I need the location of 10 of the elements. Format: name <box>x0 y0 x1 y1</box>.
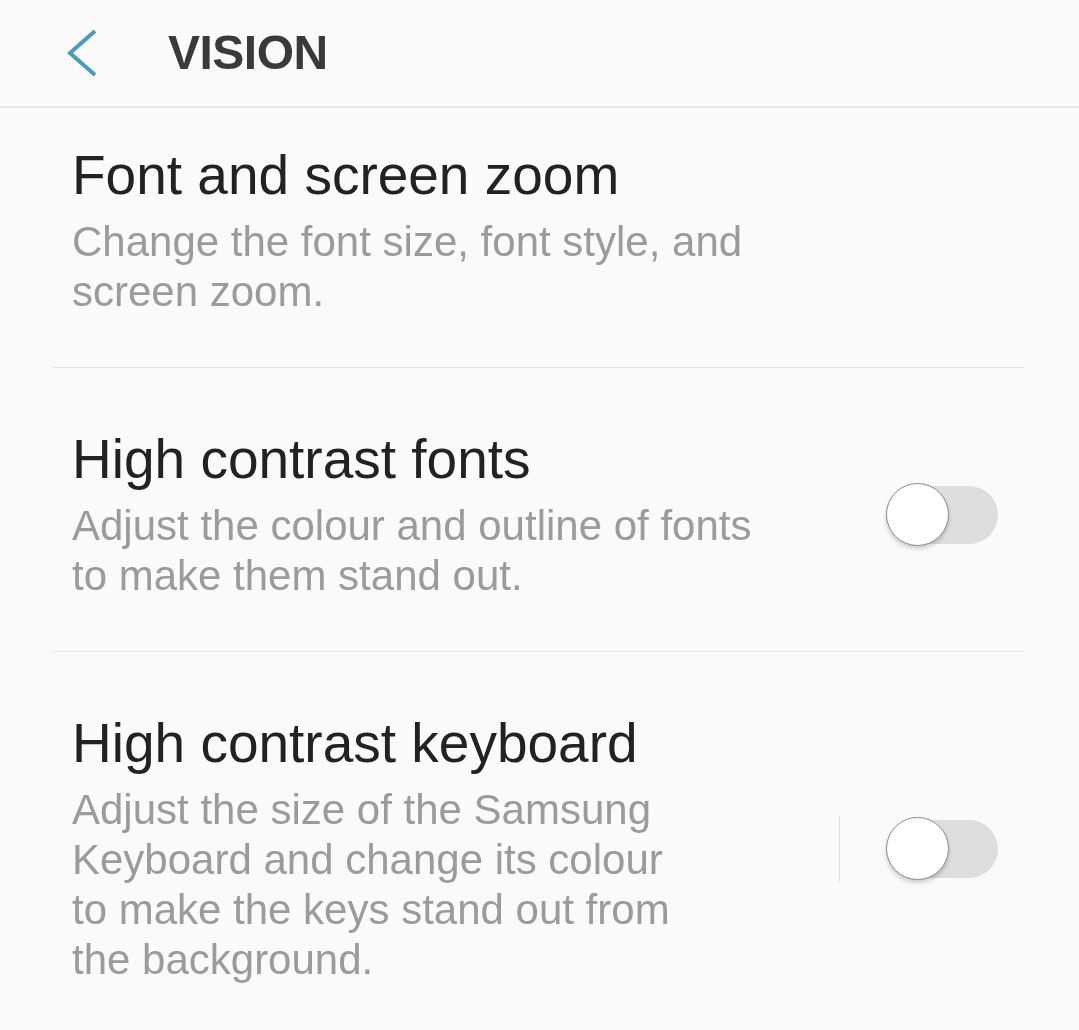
setting-description: Change the font size, font style, and screen zoom. <box>72 217 744 317</box>
setting-title[interactable]: Font and screen zoom <box>72 145 772 205</box>
toggle-switch[interactable] <box>886 482 998 548</box>
setting-description: Adjust the colour and outline of fonts to make them stand out. <box>72 501 753 601</box>
page-title: VISION <box>168 29 328 77</box>
back-icon[interactable] <box>66 29 98 77</box>
setting-title[interactable]: High contrast fonts <box>72 429 772 489</box>
setting-title[interactable]: High contrast keyboard <box>72 713 687 773</box>
setting-description: Adjust the size of the Samsung Keyboard and change its colour to make the keys stand out from the background. <box>72 785 671 985</box>
toggle-switch[interactable] <box>886 816 998 882</box>
